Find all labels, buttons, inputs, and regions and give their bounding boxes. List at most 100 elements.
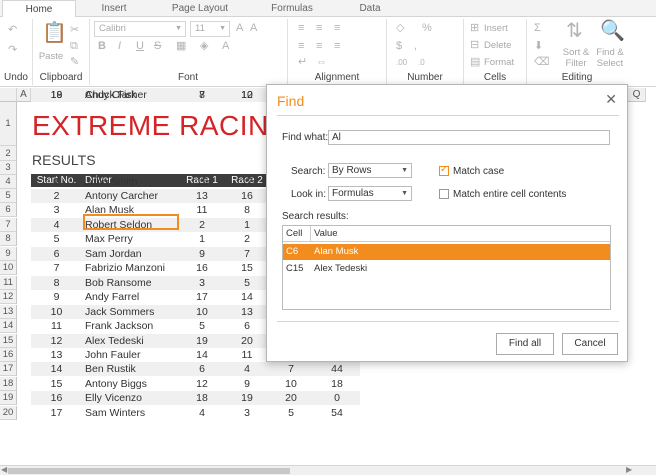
cell-driver[interactable]: Andy Farrel: [85, 290, 178, 304]
cell-start-no[interactable]: 4: [31, 218, 82, 232]
cell-race-1[interactable]: 5: [178, 319, 226, 333]
row-header[interactable]: 14: [0, 319, 17, 334]
merge-icon[interactable]: ⇔: [316, 57, 327, 68]
find-button[interactable]: Find &: [592, 47, 628, 58]
insert-cells-button[interactable]: Insert: [484, 23, 508, 34]
filter-button[interactable]: Filter: [556, 58, 596, 69]
row-header[interactable]: 15: [0, 333, 17, 348]
row-header[interactable]: 4: [0, 175, 17, 189]
row-header[interactable]: 13: [0, 304, 17, 319]
clear-icon[interactable]: ⌫: [534, 57, 550, 68]
align-top-icon[interactable]: ≡: [298, 23, 304, 34]
cell-start-no[interactable]: 12: [31, 334, 82, 348]
row-header[interactable]: 2: [0, 146, 17, 161]
cell-race-2[interactable]: 17: [226, 175, 268, 189]
cell-start-no[interactable]: 8: [31, 276, 82, 290]
active-cell-c6[interactable]: [83, 214, 179, 230]
search-select[interactable]: By Rows ▼: [328, 163, 412, 178]
cell-driver[interactable]: Max Perry: [85, 232, 178, 246]
row-header[interactable]: 18: [0, 376, 17, 391]
cut-icon[interactable]: ✂: [70, 25, 79, 36]
row-header[interactable]: 1: [0, 102, 17, 146]
cell-race-1[interactable]: 13: [178, 189, 226, 203]
horizontal-scrollbar[interactable]: ◀ ▶: [0, 465, 656, 475]
row-header[interactable]: 12: [0, 290, 17, 305]
cell-race-3[interactable]: 10: [268, 377, 314, 391]
undo-icon[interactable]: ↶: [8, 25, 17, 36]
result-row[interactable]: C6 Alan Musk: [283, 244, 610, 260]
cell-driver[interactable]: Frank Jackson: [85, 319, 178, 333]
row-header[interactable]: 9: [0, 246, 17, 261]
scroll-left-icon[interactable]: ◀: [1, 465, 7, 474]
tab-data[interactable]: Data: [350, 0, 390, 17]
align-right-icon[interactable]: ≡: [334, 41, 340, 52]
row-header[interactable]: 10: [0, 261, 17, 276]
italic-button[interactable]: I: [118, 41, 121, 52]
cell-start-no[interactable]: 19: [31, 88, 82, 102]
scroll-right-icon[interactable]: ▶: [626, 465, 632, 474]
cell-race-1[interactable]: 2: [178, 218, 226, 232]
tab-page-layout[interactable]: Page Layout: [168, 0, 232, 17]
align-left-icon[interactable]: ≡: [298, 41, 304, 52]
cell-race-2[interactable]: 1: [226, 218, 268, 232]
cell-race-2[interactable]: 2: [226, 232, 268, 246]
cell-start-no[interactable]: 1: [31, 175, 82, 189]
cell-race-2[interactable]: 4: [226, 362, 268, 376]
cell-driver[interactable]: Bob Ransome: [85, 276, 178, 290]
cell-race-4[interactable]: 54: [314, 406, 360, 420]
cell-driver[interactable]: Alex Tedeski: [85, 334, 178, 348]
cell-race-2[interactable]: 19: [226, 391, 268, 405]
cell-race-1[interactable]: 14: [178, 348, 226, 362]
row-header[interactable]: 11: [0, 275, 17, 290]
tab-home[interactable]: Home: [2, 0, 76, 18]
strikethrough-button[interactable]: S: [154, 41, 161, 52]
cell-start-no[interactable]: 14: [31, 362, 82, 376]
select-all-corner[interactable]: [0, 88, 17, 102]
cell-race-2[interactable]: 9: [226, 377, 268, 391]
row-header[interactable]: 16: [0, 347, 17, 362]
cell-race-4[interactable]: 18: [314, 377, 360, 391]
cell-driver[interactable]: Ben Rustik: [85, 362, 178, 376]
cell-driver[interactable]: Sam Winters: [85, 406, 178, 420]
cell-driver[interactable]: Fabrizio Manzoni: [85, 261, 178, 275]
fill-color-icon[interactable]: ◈: [200, 41, 208, 52]
comma-button[interactable]: ,: [414, 41, 417, 52]
borders-icon[interactable]: ▦: [176, 41, 186, 52]
percent-button[interactable]: %: [422, 23, 432, 34]
format-painter-icon[interactable]: ✎: [70, 57, 79, 68]
cell-driver[interactable]: Andy Clark: [85, 88, 178, 102]
grow-font-icon[interactable]: A: [236, 23, 243, 34]
decrease-decimal-button[interactable]: .0: [418, 57, 425, 68]
sort-button[interactable]: Sort &: [556, 47, 596, 58]
cell-race-1[interactable]: 1: [178, 232, 226, 246]
row-header[interactable]: 5: [0, 189, 17, 203]
row-header[interactable]: 8: [0, 232, 17, 247]
cell-race-2[interactable]: 20: [226, 334, 268, 348]
sort-filter-icon[interactable]: ⇅: [566, 21, 583, 41]
redo-icon[interactable]: ↷: [8, 45, 17, 56]
tab-formulas[interactable]: Formulas: [264, 0, 320, 17]
cell-race-3[interactable]: 5: [268, 406, 314, 420]
paste-button[interactable]: Paste: [38, 51, 64, 62]
cell-race-1[interactable]: 9: [178, 247, 226, 261]
cell-race-2[interactable]: 11: [226, 348, 268, 362]
row-header[interactable]: 17: [0, 362, 17, 377]
format-cells-button[interactable]: Format: [484, 57, 514, 68]
match-case-checkbox[interactable]: ✓: [439, 164, 449, 176]
cell-race-1[interactable]: 6: [178, 362, 226, 376]
align-bottom-icon[interactable]: ≡: [334, 23, 340, 34]
align-center-icon[interactable]: ≡: [316, 41, 322, 52]
find-what-input[interactable]: Al: [328, 130, 610, 145]
cell-race-2[interactable]: 6: [226, 319, 268, 333]
font-color-button[interactable]: A: [222, 41, 229, 52]
cell-race-1[interactable]: 16: [178, 261, 226, 275]
cell-race-1[interactable]: 17: [178, 290, 226, 304]
close-icon[interactable]: ✕: [605, 91, 617, 108]
look-in-select[interactable]: Formulas ▼: [328, 186, 412, 201]
cell-race-1[interactable]: 19: [178, 334, 226, 348]
bold-button[interactable]: B: [98, 41, 106, 52]
cancel-button[interactable]: Cancel: [562, 333, 618, 355]
cell-race-4[interactable]: 0: [314, 391, 360, 405]
cell-race-2[interactable]: 8: [226, 203, 268, 217]
font-size-select[interactable]: 11 ▼: [190, 21, 230, 37]
